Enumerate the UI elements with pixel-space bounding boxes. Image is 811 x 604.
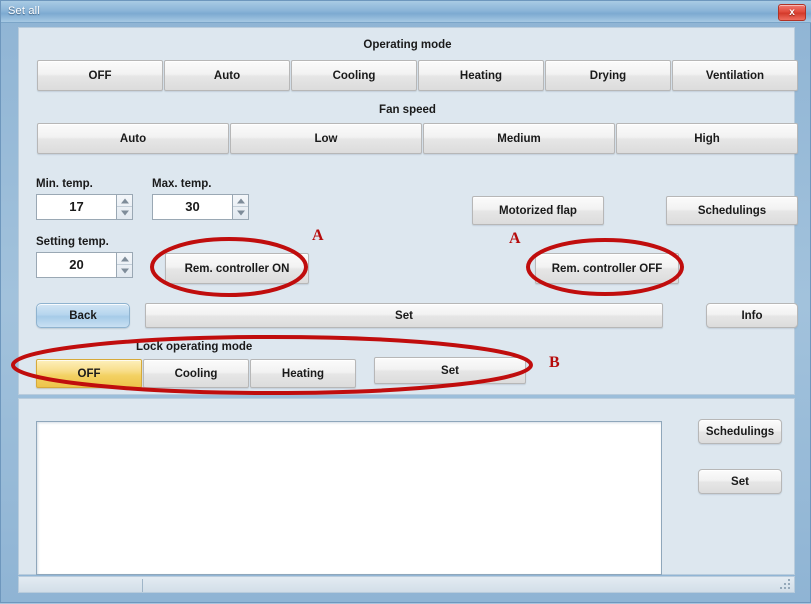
min-temp-label: Min. temp. bbox=[36, 178, 93, 190]
min-temp-stepper[interactable]: 17 bbox=[36, 194, 133, 220]
schedulings-panel: Schedulings Set bbox=[18, 398, 795, 575]
setting-temp-label: Setting temp. bbox=[36, 236, 109, 248]
min-temp-decrement-icon[interactable] bbox=[117, 207, 132, 219]
setting-temp-increment-icon[interactable] bbox=[117, 253, 132, 265]
statusbar bbox=[18, 576, 795, 593]
setting-temp-decrement-icon[interactable] bbox=[117, 265, 132, 277]
max-temp-spin-buttons[interactable] bbox=[232, 194, 249, 220]
rem-controller-off-button[interactable]: Rem. controller OFF bbox=[535, 253, 679, 284]
operating-mode-off[interactable]: OFF bbox=[37, 60, 163, 91]
back-button[interactable]: Back bbox=[36, 303, 130, 328]
info-button[interactable]: Info bbox=[706, 303, 798, 328]
fan-speed-high[interactable]: High bbox=[616, 123, 798, 154]
status-separator bbox=[142, 579, 143, 592]
rem-controller-on-button[interactable]: Rem. controller ON bbox=[165, 253, 309, 284]
schedulings-list[interactable] bbox=[36, 421, 662, 575]
close-button[interactable]: x bbox=[778, 4, 806, 21]
settings-panel: Operating mode OFF Auto Cooling Heating … bbox=[18, 27, 798, 396]
operating-mode-drying[interactable]: Drying bbox=[545, 60, 671, 91]
lock-operating-mode-heading: Lock operating mode bbox=[136, 341, 253, 353]
annotation-label-a2: A bbox=[509, 230, 521, 247]
lock-operating-mode-group: Lock operating mode OFF Cooling Heating … bbox=[19, 341, 579, 396]
set-all-window: Set all x Operating mode OFF Auto Coolin… bbox=[0, 0, 811, 603]
set-bottom-button[interactable]: Set bbox=[698, 469, 782, 494]
schedulings-top-button[interactable]: Schedulings bbox=[666, 196, 798, 225]
lock-mode-off[interactable]: OFF bbox=[36, 359, 142, 388]
schedulings-bottom-button[interactable]: Schedulings bbox=[698, 419, 782, 444]
operating-mode-cooling[interactable]: Cooling bbox=[291, 60, 417, 91]
max-temp-label: Max. temp. bbox=[152, 178, 212, 190]
max-temp-input[interactable]: 30 bbox=[152, 194, 232, 220]
close-x-icon: x bbox=[789, 7, 795, 18]
annotation-label-a1: A bbox=[312, 227, 324, 244]
fan-speed-auto[interactable]: Auto bbox=[37, 123, 229, 154]
set-main-button[interactable]: Set bbox=[145, 303, 663, 328]
setting-temp-input[interactable]: 20 bbox=[36, 252, 116, 278]
window-title: Set all bbox=[8, 5, 40, 17]
max-temp-increment-icon[interactable] bbox=[233, 195, 248, 207]
annotation-label-b: B bbox=[549, 354, 560, 371]
min-temp-spin-buttons[interactable] bbox=[116, 194, 133, 220]
operating-mode-auto[interactable]: Auto bbox=[164, 60, 290, 91]
max-temp-decrement-icon[interactable] bbox=[233, 207, 248, 219]
fan-speed-low[interactable]: Low bbox=[230, 123, 422, 154]
operating-mode-heading: Operating mode bbox=[363, 39, 452, 51]
fan-speed-medium[interactable]: Medium bbox=[423, 123, 615, 154]
operating-mode-heating[interactable]: Heating bbox=[418, 60, 544, 91]
min-temp-input[interactable]: 17 bbox=[36, 194, 116, 220]
max-temp-stepper[interactable]: 30 bbox=[152, 194, 249, 220]
setting-temp-stepper[interactable]: 20 bbox=[36, 252, 133, 278]
lock-mode-set-button[interactable]: Set bbox=[374, 357, 526, 384]
fan-speed-heading: Fan speed bbox=[379, 104, 436, 116]
titlebar[interactable]: Set all x bbox=[1, 1, 811, 23]
lock-mode-heating[interactable]: Heating bbox=[250, 359, 356, 388]
lock-mode-cooling[interactable]: Cooling bbox=[143, 359, 249, 388]
motorized-flap-button[interactable]: Motorized flap bbox=[472, 196, 604, 225]
operating-mode-ventilation[interactable]: Ventilation bbox=[672, 60, 798, 91]
setting-temp-spin-buttons[interactable] bbox=[116, 252, 133, 278]
resize-grip-icon[interactable] bbox=[779, 578, 791, 590]
min-temp-increment-icon[interactable] bbox=[117, 195, 132, 207]
